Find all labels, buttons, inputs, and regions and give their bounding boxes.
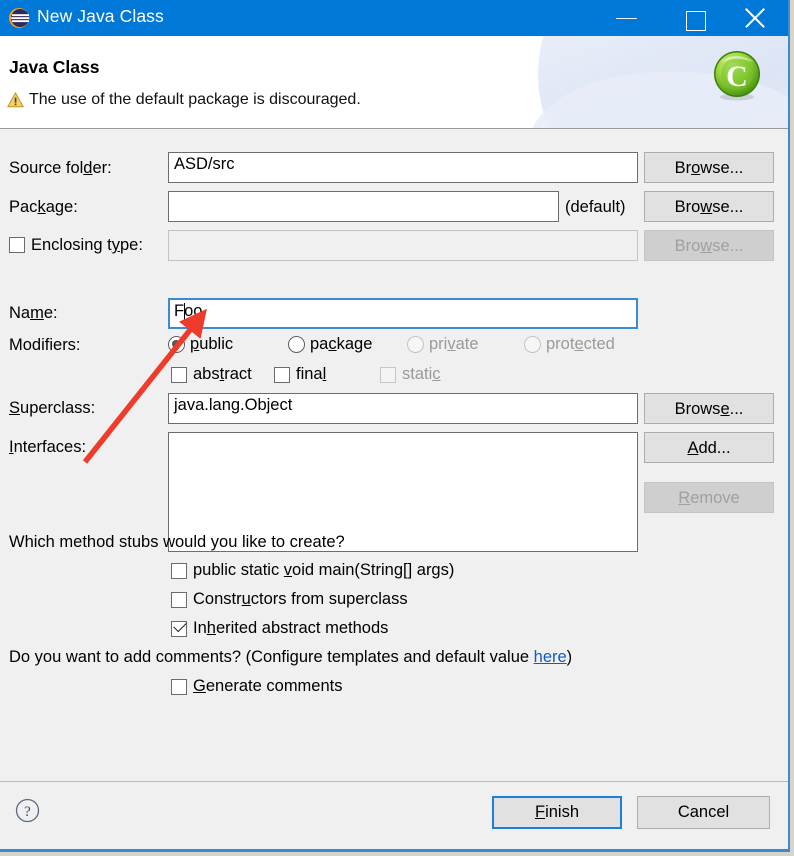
package-input[interactable] xyxy=(168,191,559,222)
maximize-button[interactable] xyxy=(673,0,719,36)
modifier-label-private: private xyxy=(429,335,479,353)
superclass-input[interactable]: java.lang.Object xyxy=(168,393,638,424)
close-button[interactable] xyxy=(732,0,778,36)
modifier-radio-public[interactable] xyxy=(168,336,185,353)
warning-triangle-icon xyxy=(7,92,24,108)
modifier-checkbox-abstract[interactable] xyxy=(171,367,187,383)
modifier-label-static: static xyxy=(402,365,441,383)
minimize-button[interactable] xyxy=(604,0,650,36)
interfaces-add-button[interactable]: Add... xyxy=(644,432,774,463)
superclass-browse-button[interactable]: Browse... xyxy=(644,393,774,424)
modifier-label-public: public xyxy=(190,335,234,353)
checkmark-icon xyxy=(173,618,187,633)
package-browse-button[interactable]: Browse... xyxy=(644,191,774,222)
configure-templates-link[interactable]: here xyxy=(534,648,567,666)
stub-checkbox-main-method[interactable] xyxy=(171,563,187,579)
source-folder-label: Source folder: xyxy=(9,159,112,177)
svg-text:?: ? xyxy=(24,804,31,820)
superclass-label: Superclass: xyxy=(9,399,96,417)
modifier-checkbox-static xyxy=(380,367,396,383)
interfaces-label: Interfaces: xyxy=(9,438,87,456)
cancel-button[interactable]: Cancel xyxy=(637,796,770,829)
new-java-class-dialog: New Java Class Java Class The use of the… xyxy=(0,0,790,852)
eclipse-logo-icon xyxy=(9,8,30,28)
stub-checkbox-constructors[interactable] xyxy=(171,592,187,608)
name-input[interactable]: Foo xyxy=(168,298,638,329)
source-folder-input[interactable]: ASD/src xyxy=(168,152,638,183)
package-label: Package: xyxy=(9,198,78,216)
generate-comments-label: Generate comments xyxy=(193,677,343,695)
java-class-icon: C xyxy=(714,51,760,101)
name-input-value: Foo xyxy=(174,302,203,320)
enclosing-type-label: Enclosing type: xyxy=(31,236,143,254)
interfaces-remove-button: Remove xyxy=(644,482,774,513)
svg-text:C: C xyxy=(726,60,748,93)
window-title: New Java Class xyxy=(37,6,164,26)
modifier-radio-package[interactable] xyxy=(288,336,305,353)
modifier-label-protected: protected xyxy=(546,335,615,353)
modifier-label-final: final xyxy=(296,365,327,383)
method-stubs-question: Which method stubs would you like to cre… xyxy=(9,533,345,551)
modifiers-label: Modifiers: xyxy=(9,336,81,354)
generate-comments-checkbox[interactable] xyxy=(171,679,187,695)
page-title: Java Class xyxy=(9,57,100,77)
modifier-radio-private xyxy=(407,336,424,353)
stub-label-inherited-abstract: Inherited abstract methods xyxy=(193,619,389,637)
modifier-label-abstract: abstract xyxy=(193,365,252,383)
enclosing-type-input xyxy=(168,230,638,261)
modifier-label-package: package xyxy=(310,335,373,353)
banner-message: The use of the default package is discou… xyxy=(29,91,361,108)
enclosing-type-browse-button: Browse... xyxy=(644,230,774,261)
source-folder-browse-button[interactable]: Browse... xyxy=(644,152,774,183)
finish-button[interactable]: Finish xyxy=(492,796,622,829)
package-default-label: (default) xyxy=(565,198,626,216)
title-bar: New Java Class xyxy=(0,0,788,36)
dialog-body: Source folder: ASD/src Browse... Package… xyxy=(0,129,788,781)
modifier-checkbox-final[interactable] xyxy=(274,367,290,383)
minimize-icon xyxy=(616,18,637,19)
help-question-icon[interactable]: ? xyxy=(15,798,40,823)
name-label: Name: xyxy=(9,304,58,322)
stub-checkbox-inherited-abstract[interactable] xyxy=(171,618,187,637)
maximize-icon xyxy=(686,11,706,31)
enclosing-type-checkbox[interactable] xyxy=(9,237,25,253)
stub-label-constructors: Constructors from superclass xyxy=(193,590,408,608)
text-caret xyxy=(184,303,185,324)
comments-question: Do you want to add comments? (Configure … xyxy=(9,648,573,666)
stub-label-main-method: public static void main(String[] args) xyxy=(193,561,455,579)
modifier-radio-protected xyxy=(524,336,541,353)
radio-dot xyxy=(172,340,180,348)
dialog-banner: Java Class The use of the default packag… xyxy=(0,36,788,129)
